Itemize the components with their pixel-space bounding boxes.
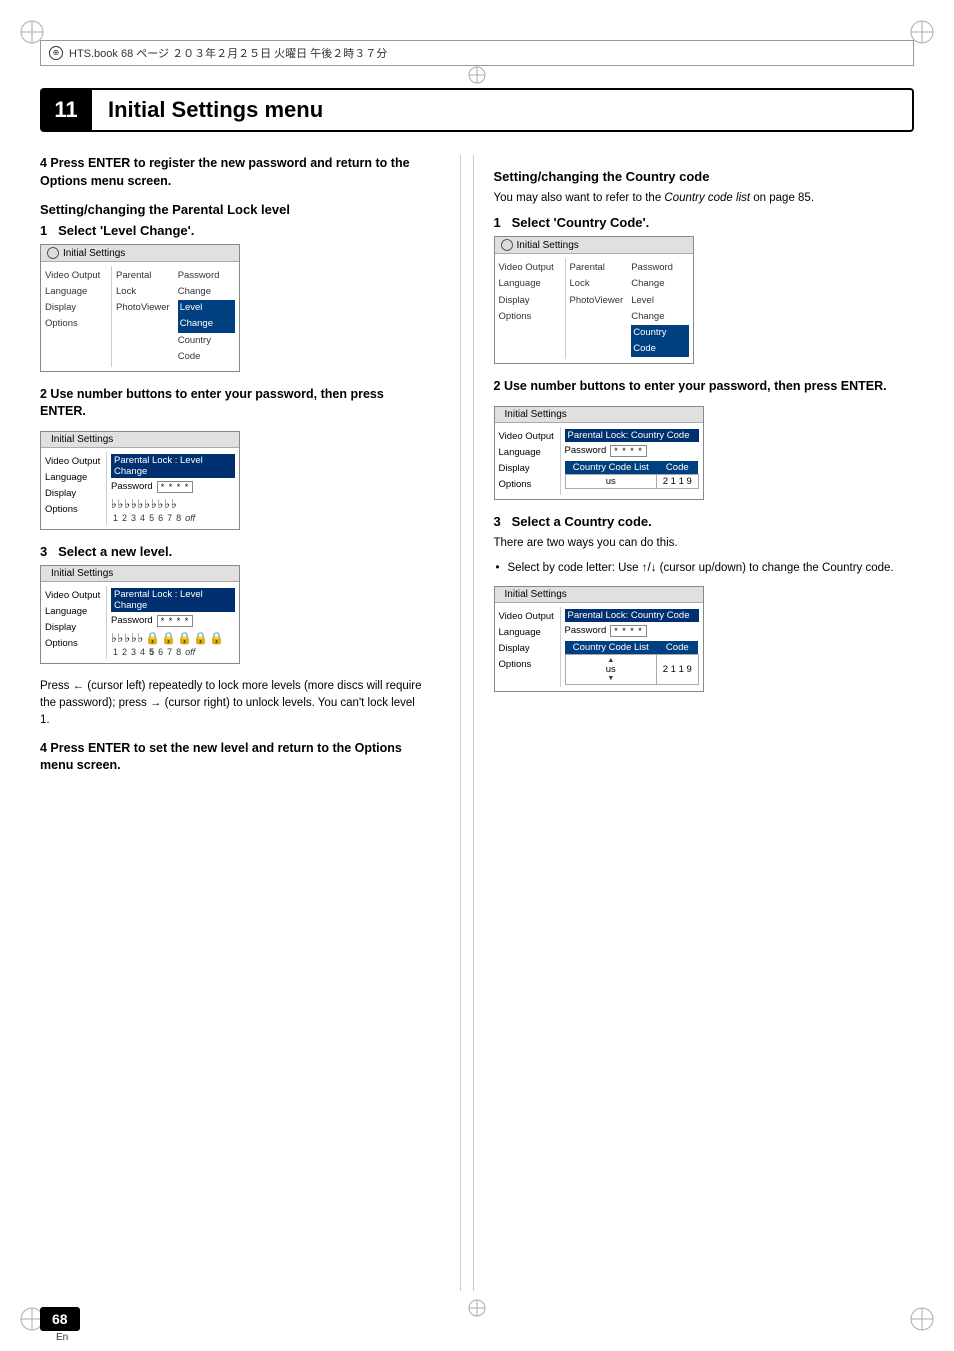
chapter-number: 11 <box>40 88 92 132</box>
step1-text-left: Select 'Level Change'. <box>58 223 194 238</box>
level-content-3: Parental Lock : Level Change Password * … <box>106 586 239 659</box>
country-screen3-title: Initial Settings <box>495 587 703 603</box>
country-screen1-nav: Video Output Language Display Options <box>495 258 565 359</box>
level-icons-2: ♭♭♭♭♭♭♭♭♭♭ <box>111 497 235 511</box>
step1-label-left: 1 Select 'Level Change'. <box>40 223 428 238</box>
step2-heading-left: 2 Use number buttons to enter your passw… <box>40 386 428 421</box>
level-content-2: Parental Lock : Level Change Password * … <box>106 452 239 525</box>
level-icons-3: ♭♭♭♭♭ 🔒🔒🔒🔒🔒 <box>111 631 235 645</box>
level-screen3-body: Video Output Language Display Options Pa… <box>41 582 239 663</box>
level-numbers-3: 12345678off <box>113 647 235 657</box>
step2-heading-right: 2 Use number buttons to enter your passw… <box>494 378 914 396</box>
level-header-3: Parental Lock : Level Change <box>111 588 235 612</box>
country-code-section-heading: Setting/changing the Country code <box>494 169 914 184</box>
country-content-3: Parental Lock: Country Code Password * *… <box>560 607 703 687</box>
country-screen2-title: Initial Settings <box>495 407 703 423</box>
screen1-submenu: Parental Lock PhotoViewer Password Chang… <box>111 266 239 367</box>
level-screen-2: Initial Settings Video Output Language D… <box>40 431 240 530</box>
screen1-body: Video Output Language Display Options Pa… <box>41 262 239 371</box>
country-header-3: Parental Lock: Country Code <box>565 609 699 622</box>
country-screen-1: Initial Settings Video Output Language D… <box>494 236 694 364</box>
step1-text-right: Select 'Country Code'. <box>512 215 650 230</box>
level-header-2: Parental Lock : Level Change <box>111 454 235 478</box>
top-bar-text: HTS.book 68 ページ ２０３年２月２５日 火曜日 午後２時３７分 <box>69 45 387 61</box>
country-table-3: Country Code List Code ▲ us ▼ 2 1 1 9 <box>565 641 699 685</box>
country-screen1-body: Video Output Language Display Options Pa… <box>495 254 693 363</box>
country-content-2: Parental Lock: Country Code Password * *… <box>560 427 703 496</box>
step4b-heading: 4 Press ENTER to set the new level and r… <box>40 740 428 775</box>
level-screen-3: Initial Settings Video Output Language D… <box>40 565 240 664</box>
corner-mark-br <box>908 1305 936 1333</box>
level-numbers-2: 12345678off <box>113 513 235 523</box>
chapter-title: Initial Settings menu <box>108 97 323 123</box>
step3-label-right: 3 Select a Country code. <box>494 514 914 529</box>
country-screen-3: Initial Settings Video Output Language D… <box>494 586 704 692</box>
bottom-reg-mark <box>467 1298 487 1321</box>
body-text-left: Press ← (cursor left) repeatedly to lock… <box>40 678 428 730</box>
level-screen2-body: Video Output Language Display Options Pa… <box>41 448 239 529</box>
country-table-2: Country Code List Code us 2 1 1 9 <box>565 461 699 489</box>
reg-mark: ⊕ <box>49 46 63 60</box>
disc-icon-4 <box>501 239 513 251</box>
country-nav-3: Video Output Language Display Options <box>495 607 560 687</box>
intro-text-right: You may also want to refer to the Countr… <box>494 190 914 207</box>
col-divider <box>460 155 461 1291</box>
level-screen3-title: Initial Settings <box>41 566 239 582</box>
page-number: 68 <box>40 1307 80 1331</box>
chapter-title-box: Initial Settings menu <box>92 88 914 132</box>
screen1-title: Initial Settings <box>41 245 239 262</box>
level-nav-2: Video Output Language Display Options <box>41 452 106 525</box>
italic-intro: Country code list <box>664 192 750 204</box>
top-center-reg-mark <box>467 65 487 88</box>
country-nav-2: Video Output Language Display Options <box>495 427 560 496</box>
country-screen2-body: Video Output Language Display Options Pa… <box>495 423 703 500</box>
chapter-header: 11 Initial Settings menu <box>40 88 914 132</box>
right-column: Setting/changing the Country code You ma… <box>473 155 914 1291</box>
country-screen3-body: Video Output Language Display Options Pa… <box>495 603 703 691</box>
country-header-2: Parental Lock: Country Code <box>565 429 699 442</box>
bullet1-text: Select by code letter: Use ↑/↓ (cursor u… <box>494 560 914 577</box>
country-screen1-submenu: Parental Lock PhotoViewer Password Chang… <box>565 258 693 359</box>
password-row-3: Password * * * * <box>111 615 235 627</box>
country-screen1-title: Initial Settings <box>495 237 693 254</box>
step3-text-right: Select a Country code. <box>512 514 652 529</box>
country-pwd-row-2: Password * * * * <box>565 445 699 457</box>
level-screen2-title: Initial Settings <box>41 432 239 448</box>
country-screen-2: Initial Settings Video Output Language D… <box>494 406 704 501</box>
password-row-2: Password * * * * <box>111 481 235 493</box>
page-lang: En <box>56 1332 68 1343</box>
top-bar: ⊕ HTS.book 68 ページ ２０３年２月２５日 火曜日 午後２時３７分 <box>40 40 914 66</box>
step3-label-left: 3 Select a new level. <box>40 544 428 559</box>
country-pwd-row-3: Password * * * * <box>565 625 699 637</box>
step4-intro-heading: 4 Press ENTER to register the new passwo… <box>40 155 428 190</box>
step3-text-left: Select a new level. <box>58 544 172 559</box>
main-content: 4 Press ENTER to register the new passwo… <box>40 155 914 1291</box>
level-nav-3: Video Output Language Display Options <box>41 586 106 659</box>
step1-label-right: 1 Select 'Country Code'. <box>494 215 914 230</box>
screen1-nav: Video Output Language Display Options <box>41 266 111 367</box>
left-column: 4 Press ENTER to register the new passwo… <box>40 155 448 1291</box>
parental-lock-section-heading: Setting/changing the Parental Lock level <box>40 202 428 217</box>
disc-icon-1 <box>47 247 59 259</box>
settings-screen-1: Initial Settings Video Output Language D… <box>40 244 240 372</box>
step3-body-right: There are two ways you can do this. <box>494 535 914 552</box>
